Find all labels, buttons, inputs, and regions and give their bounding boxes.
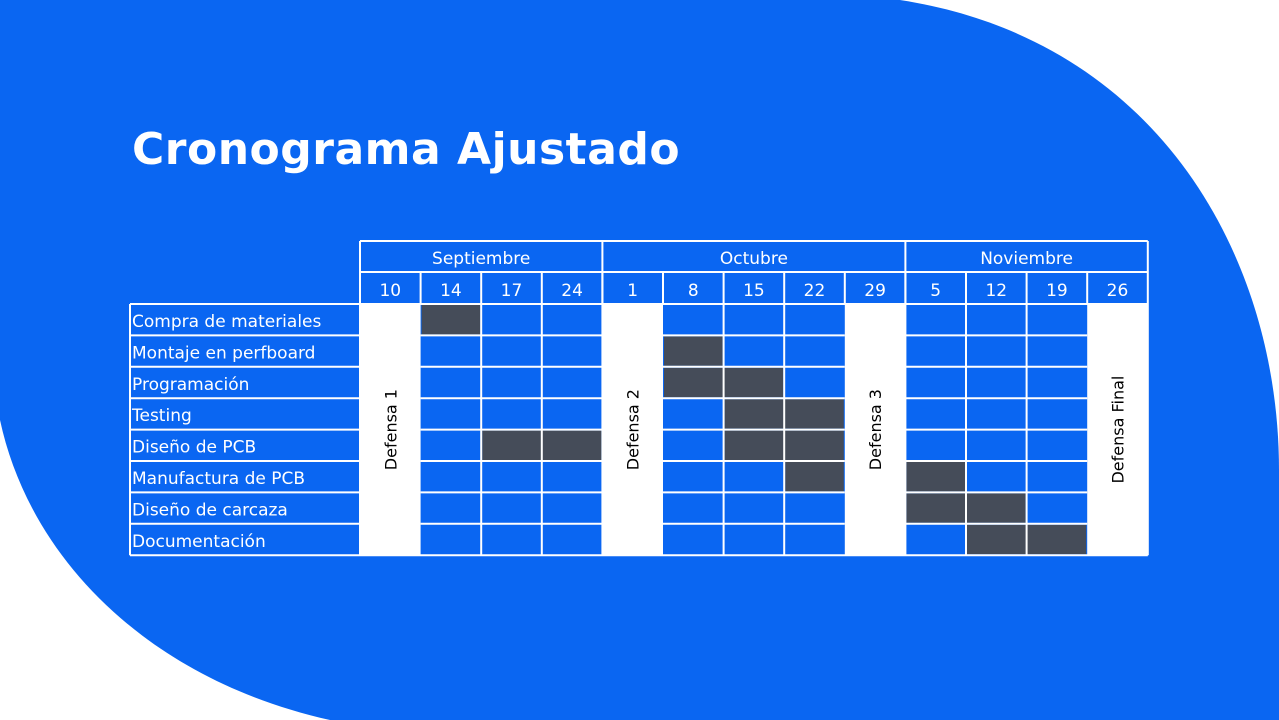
task-label: Diseño de PCB — [132, 438, 256, 458]
week-label: 19 — [1046, 281, 1068, 301]
task-bar — [906, 462, 965, 492]
week-label: 17 — [501, 281, 523, 301]
week-label: 29 — [864, 281, 886, 301]
milestone-label: Defensa Final — [1109, 376, 1128, 484]
week-label: 26 — [1107, 281, 1129, 301]
week-label: 10 — [379, 281, 401, 301]
task-bar — [664, 336, 723, 366]
task-label: Documentación — [132, 532, 266, 552]
gantt-chart: Septiembre Octubre Noviembre 10 14 17 24 1 8 15 22… — [129, 240, 1149, 557]
task-label: Compra de materiales — [132, 312, 322, 332]
milestone-label: Defensa 3 — [866, 389, 885, 470]
task-label: Testing — [131, 406, 192, 426]
month-label: Septiembre — [432, 249, 530, 269]
week-label: 24 — [561, 281, 583, 301]
week-label: 12 — [985, 281, 1007, 301]
week-label: 14 — [440, 281, 462, 301]
task-label: Diseño de carcaza — [132, 500, 288, 520]
task-bar — [785, 462, 844, 492]
month-label: Octubre — [720, 249, 788, 269]
month-label: Noviembre — [980, 249, 1073, 269]
milestone-label: Defensa 1 — [381, 389, 400, 470]
week-label: 15 — [743, 281, 765, 301]
task-label: Manufactura de PCB — [132, 469, 305, 489]
task-bar — [421, 305, 481, 335]
week-label: 8 — [688, 281, 699, 301]
task-label: Programación — [132, 375, 249, 395]
week-label: 5 — [930, 281, 941, 301]
milestone-label: Defensa 2 — [624, 389, 643, 470]
week-label: 1 — [627, 281, 638, 301]
task-label: Montaje en perfboard — [132, 343, 315, 363]
week-label: 22 — [804, 281, 826, 301]
